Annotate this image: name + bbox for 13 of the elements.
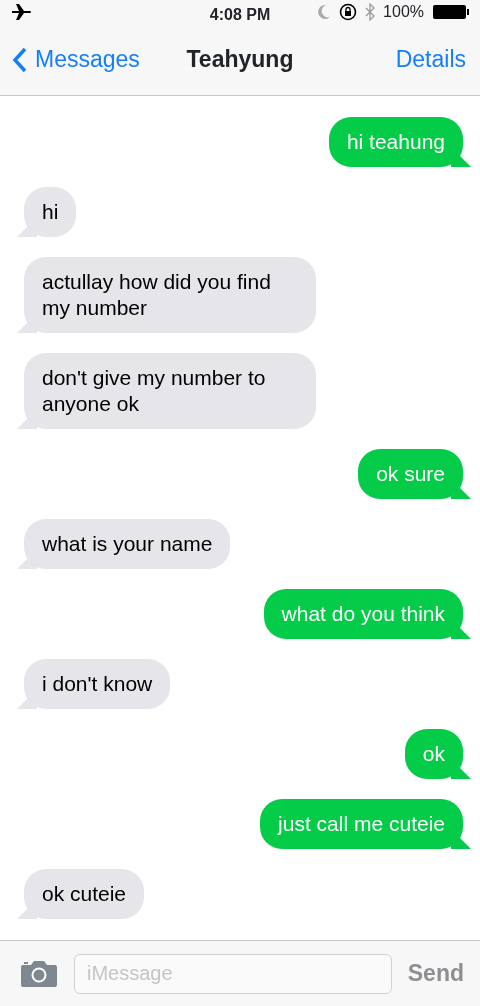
battery-icon	[432, 4, 470, 20]
airplane-icon	[12, 4, 32, 20]
back-button[interactable]: Messages	[12, 42, 140, 77]
contact-name: Teahyung	[186, 46, 294, 73]
chevron-left-icon	[12, 46, 27, 73]
moon-icon	[317, 4, 332, 20]
details-button[interactable]: Details	[395, 42, 466, 77]
rotation-lock-icon	[339, 3, 358, 21]
camera-icon[interactable]	[20, 959, 58, 988]
bluetooth-icon	[365, 3, 376, 21]
battery-percent: 100%	[383, 2, 424, 22]
send-button[interactable]: Send	[407, 956, 464, 991]
status-time: 4:08 PM	[209, 5, 271, 25]
